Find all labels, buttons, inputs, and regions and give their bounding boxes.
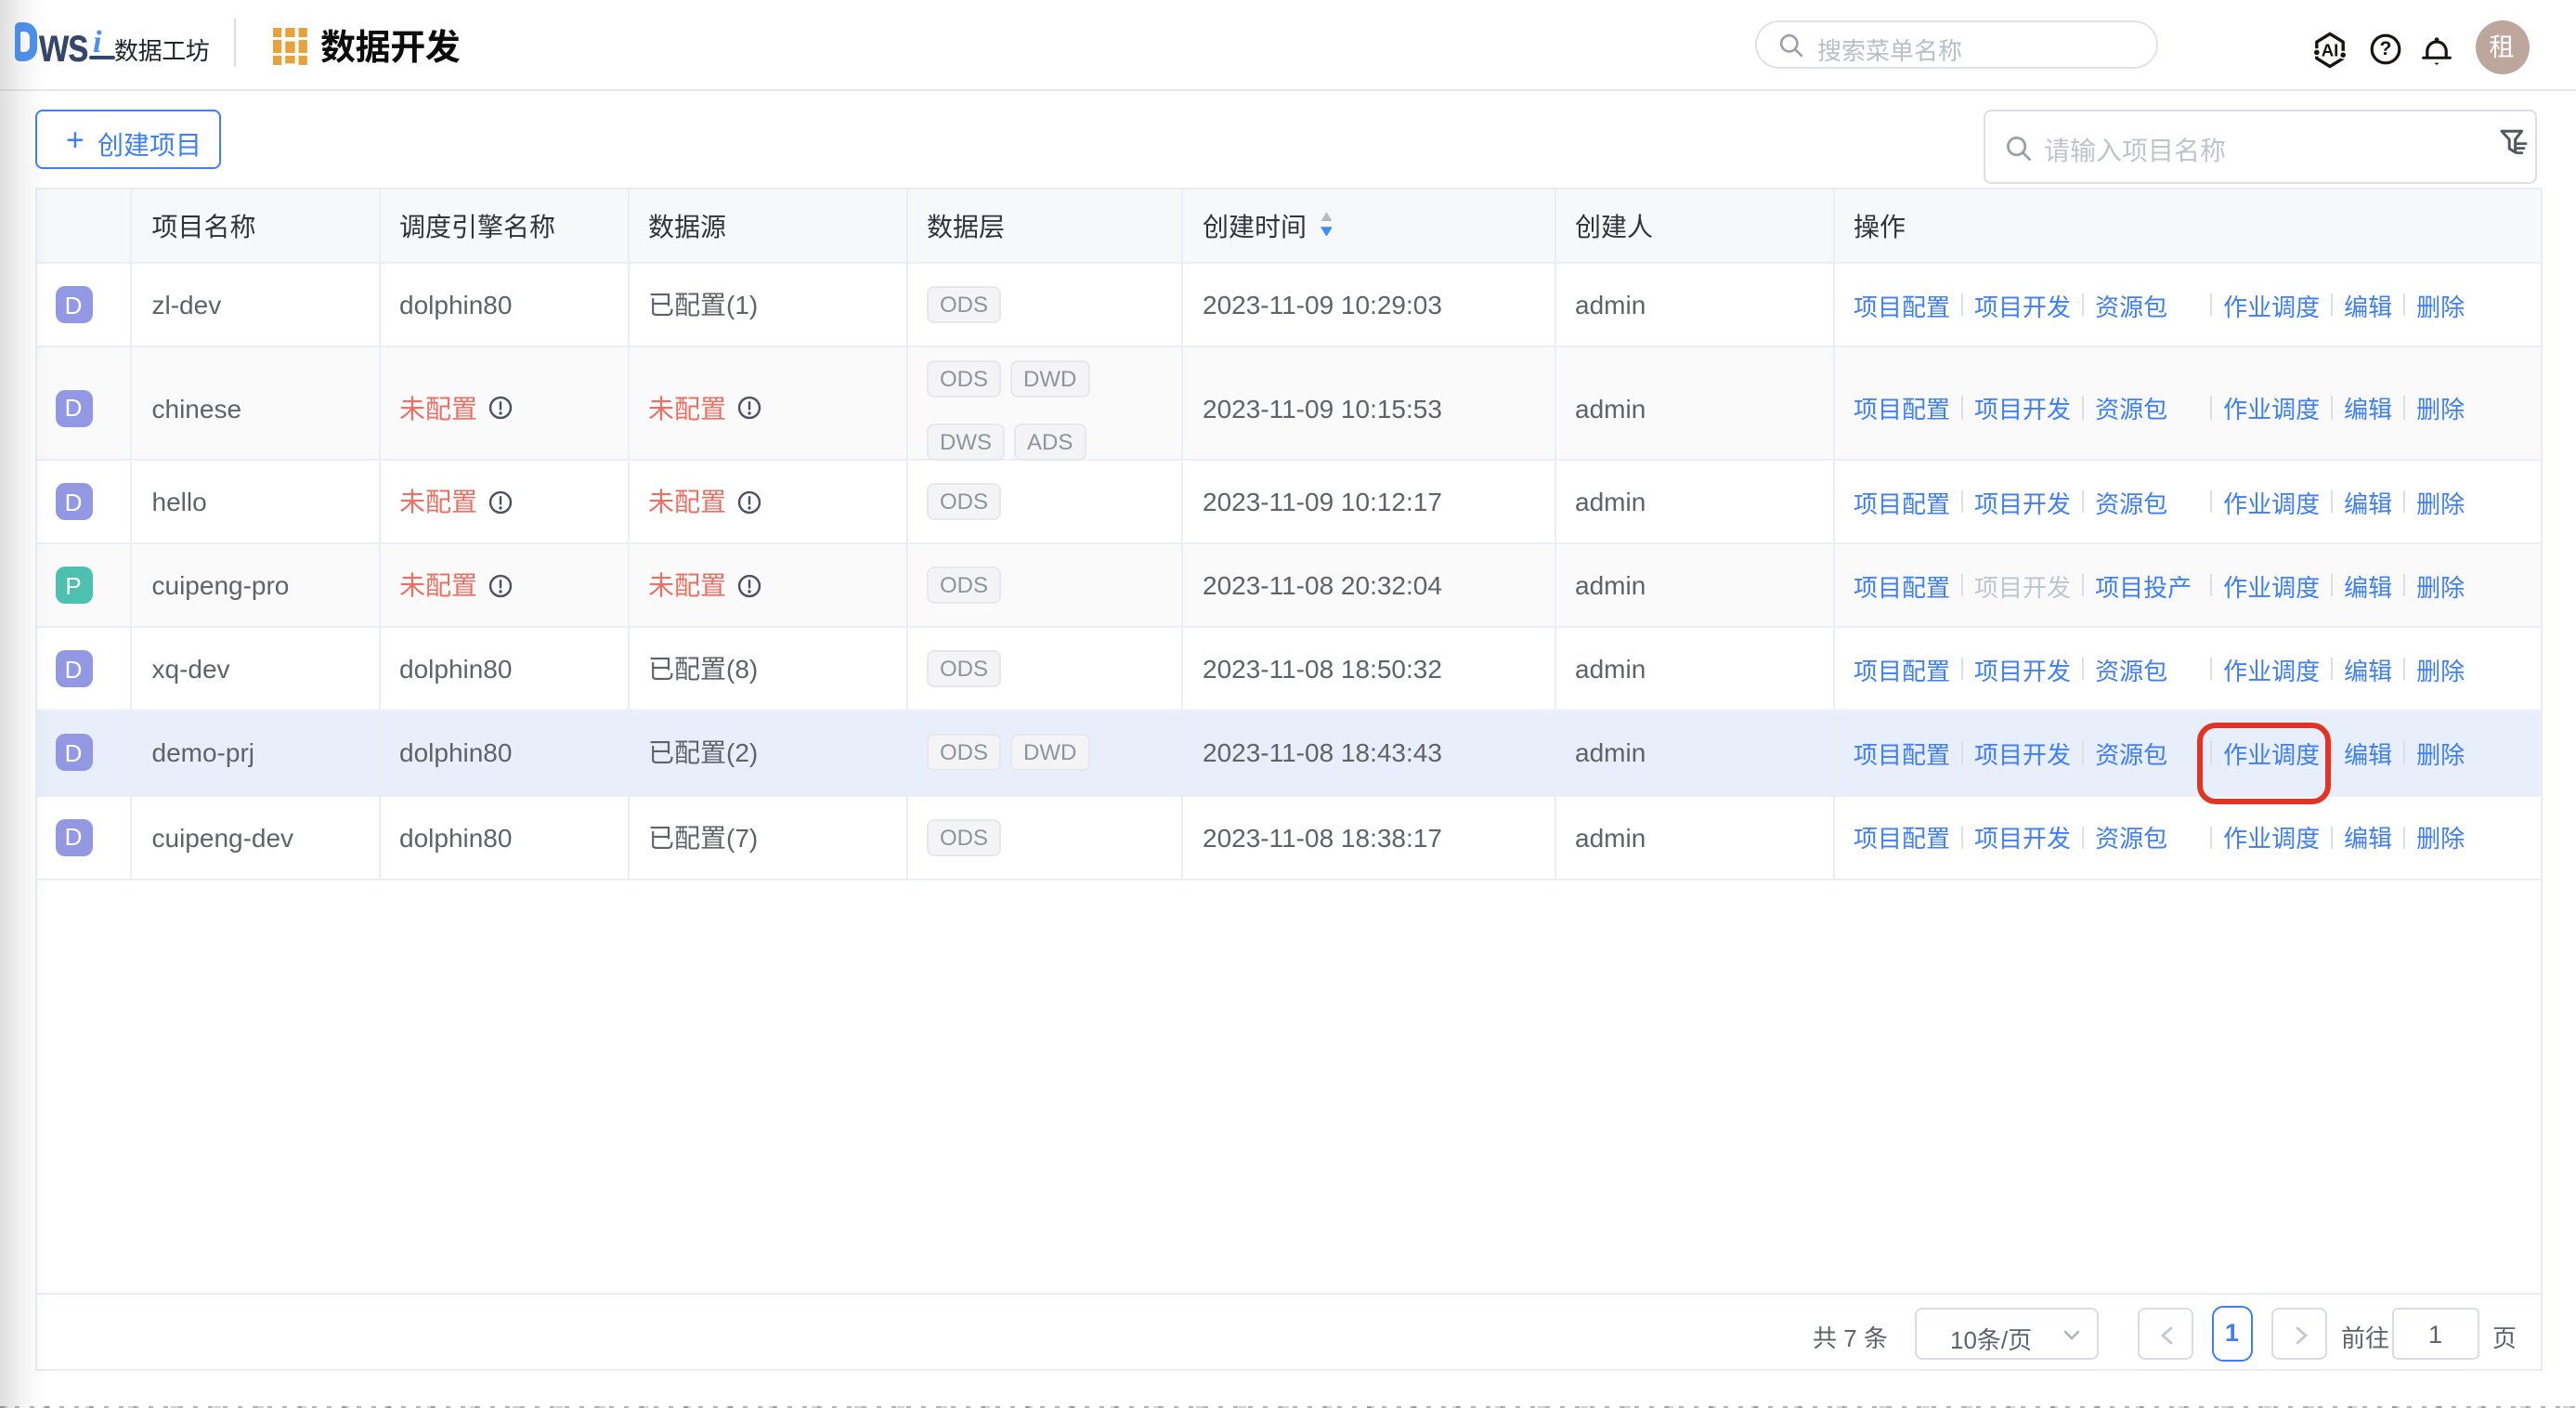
svg-text:?: ? — [2380, 38, 2392, 59]
svg-text:AI: AI — [2322, 40, 2339, 59]
